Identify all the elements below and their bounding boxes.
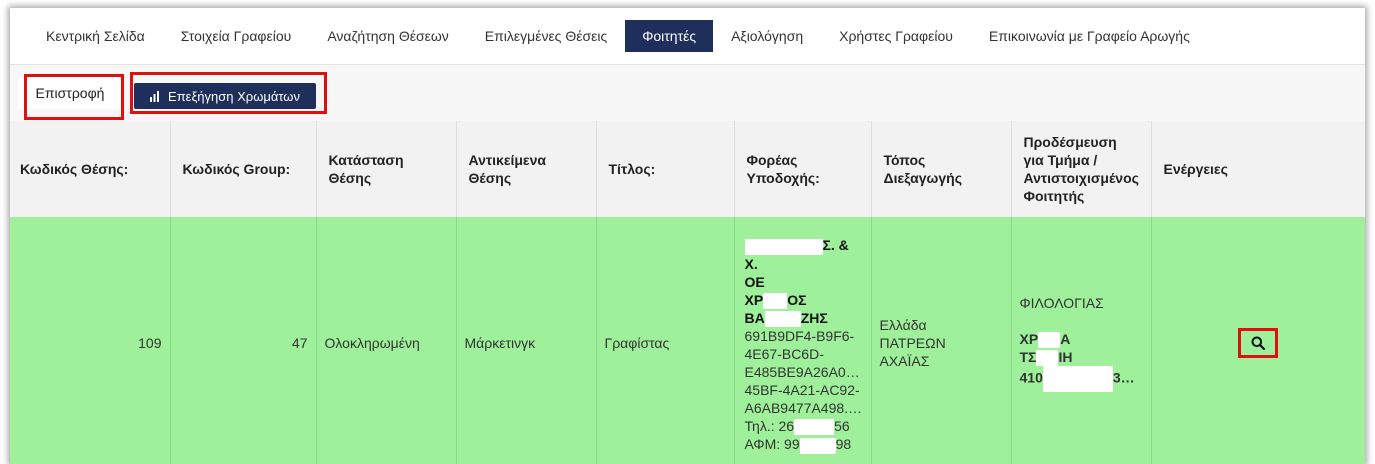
location-line: Ελλάδα	[879, 317, 927, 333]
color-legend-label: Επεξήγηση Χρωμάτων	[168, 88, 300, 104]
redaction	[764, 311, 801, 328]
table-row: 109 47 Ολοκληρωμένη Μάρκετινγκ Γραφίστας…	[10, 217, 1365, 464]
header-status: Κατάσταση Θέσης	[315, 121, 456, 217]
redaction	[799, 437, 836, 454]
cell-subject: Μάρκετινγκ	[455, 217, 596, 464]
cell-actions	[1150, 217, 1365, 464]
search-icon	[1251, 336, 1266, 350]
host-afm: 98	[835, 436, 852, 453]
redaction	[1038, 332, 1061, 348]
host-id: A6AB9477A498.…	[744, 400, 863, 417]
header-location: Τόπος Διεξαγωγής	[870, 121, 1011, 217]
student-id-part: 410	[1019, 370, 1043, 386]
nav-item-5[interactable]: Αξιολόγηση	[713, 8, 821, 64]
top-nav: Κεντρική Σελίδα Στοιχεία Γραφείου Αναζήτησ…	[10, 8, 1365, 65]
cell-reservation: ΦΙΛΟΛΟΓΙΑΣ ΧΡ Α ΤΣ ΙΗ 410 3…	[1010, 217, 1151, 464]
host-afm: ΑΦΜ: 99	[744, 436, 800, 453]
host-name-part: ΧΡ	[744, 291, 764, 308]
header-title: Τίτλος:	[595, 121, 734, 217]
toolbar: Επιστροφή Επεξήγηση Χρωμάτων	[10, 65, 1365, 121]
host-phone: Τηλ.: 26	[744, 418, 795, 435]
cell-status: Ολοκληρωμένη	[315, 217, 456, 464]
nav-item-4[interactable]: Φοιτητές	[625, 20, 714, 52]
header-subject: Αντικείμενα Θέσης	[455, 121, 596, 217]
host-name-part: ΖΗΣ	[800, 309, 828, 326]
host-id: E485BE9A26A0…	[744, 364, 860, 381]
host-id: 4E67-BC6D-	[744, 346, 824, 363]
host-name-part: ΒΑ	[744, 309, 765, 326]
nav-item-3[interactable]: Επιλεγμένες Θέσεις	[467, 8, 625, 64]
nav-item-7[interactable]: Επικοινωνία με Γραφείο Αρωγής	[971, 8, 1208, 64]
redaction	[1042, 366, 1113, 393]
redaction	[744, 238, 823, 255]
host-id: 691B9DF4-B9F6-	[744, 328, 855, 345]
department: ΦΙΛΟΛΟΓΙΑΣ	[1019, 294, 1104, 311]
location-line: ΠΑΤΡΕΩΝ	[879, 335, 946, 351]
host-phone: 56	[834, 418, 850, 435]
host-id: 45BF-4A21-AC92-	[744, 382, 860, 399]
host-name-part: ΟΣ	[787, 291, 807, 308]
student-id-part: 3…	[1112, 370, 1135, 386]
cell-location: Ελλάδα ΠΑΤΡΕΩΝ ΑΧΑΪΑΣ	[870, 217, 1011, 464]
redaction	[794, 419, 835, 436]
nav-item-6[interactable]: Χρήστες Γραφείου	[821, 8, 971, 64]
host-name-part: ΟΕ	[744, 273, 765, 290]
positions-table: Κωδικός Θέσης: Κωδικός Group: Κατάσταση …	[10, 121, 1365, 464]
cell-group-code: 47	[169, 217, 316, 464]
color-legend-button[interactable]: Επεξήγηση Χρωμάτων	[134, 83, 316, 109]
bar-chart-icon	[150, 90, 160, 102]
cell-host: Σ. & Χ. ΟΕ ΧΡ ΟΣ ΒΑ ΖΗΣ 691B9DF4-B9F6- 4E6…	[733, 217, 871, 464]
nav-item-1[interactable]: Στοιχεία Γραφείου	[163, 8, 310, 64]
student-name-part: ΤΣ	[1019, 349, 1037, 365]
nav-item-0[interactable]: Κεντρική Σελίδα	[28, 8, 163, 64]
student-name-part: Α	[1060, 330, 1071, 347]
header-actions: Ενέργειες	[1150, 121, 1365, 217]
nav-item-2[interactable]: Αναζήτηση Θέσεων	[309, 8, 466, 64]
redaction	[763, 292, 788, 309]
header-reservation: Προδέσμευση για Τμήμα / Αντιστοιχισμένος…	[1010, 121, 1151, 217]
header-position-code: Κωδικός Θέσης:	[10, 121, 170, 217]
app-frame: Κεντρική Σελίδα Στοιχεία Γραφείου Αναζήτησ…	[10, 8, 1365, 464]
location-line: ΑΧΑΪΑΣ	[879, 353, 930, 369]
header-host: Φορέας Υποδοχής:	[733, 121, 871, 217]
student-name-part: ΧΡ	[1019, 330, 1039, 347]
view-details-button[interactable]	[1238, 328, 1279, 358]
redaction	[1036, 350, 1059, 367]
header-group-code: Κωδικός Group:	[169, 121, 316, 217]
student-name-part: ΙΗ	[1058, 349, 1073, 365]
cell-title: Γραφίστας	[595, 217, 734, 464]
back-button[interactable]: Επιστροφή	[18, 77, 122, 109]
table-header-row: Κωδικός Θέσης: Κωδικός Group: Κατάσταση …	[10, 121, 1365, 217]
cell-position-code: 109	[10, 217, 170, 464]
